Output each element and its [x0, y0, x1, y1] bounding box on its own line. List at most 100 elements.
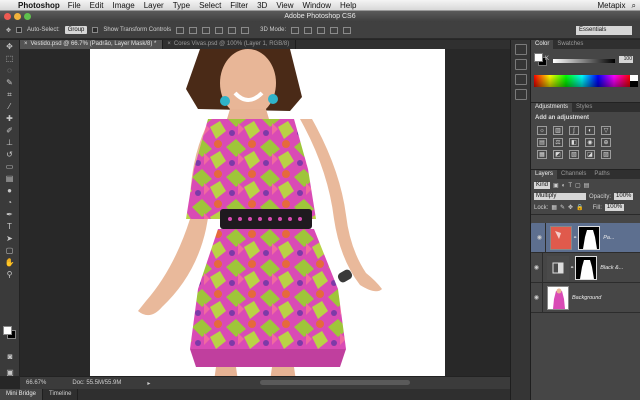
character-panel-icon[interactable] — [514, 89, 527, 100]
hand-tool-icon[interactable]: ✋ — [4, 258, 16, 268]
layer-row[interactable]: ◉ ⚭ Black &... — [531, 252, 640, 283]
menu-view[interactable]: View — [276, 1, 293, 10]
menu-help[interactable]: Help — [340, 1, 356, 10]
align-center-icon[interactable] — [228, 26, 237, 34]
filter-type-icon[interactable]: T — [568, 183, 572, 189]
layer-mask-thumbnail[interactable] — [578, 225, 601, 250]
status-arrow-icon[interactable]: ▸ — [147, 380, 150, 387]
adjustment-layer-icon[interactable] — [547, 255, 569, 280]
close-window-button[interactable] — [4, 13, 11, 20]
menu-status-user[interactable]: Metapix — [598, 1, 626, 10]
layer-row[interactable]: ◉ ⚭ Pa... — [531, 222, 640, 253]
menu-type[interactable]: Type — [173, 1, 190, 10]
brush-tool-icon[interactable]: ✐ — [4, 126, 16, 136]
layer-thumbnail[interactable] — [547, 285, 569, 310]
tab-adjustments[interactable]: Adjustments — [531, 103, 573, 112]
align-bottom-icon[interactable] — [202, 26, 211, 34]
document-canvas[interactable] — [90, 49, 445, 381]
tab-timeline[interactable]: Timeline — [43, 389, 79, 400]
align-middle-icon[interactable] — [189, 26, 198, 34]
visibility-eye-icon[interactable]: ◉ — [531, 282, 543, 313]
crop-tool-icon[interactable]: ⌗ — [4, 90, 16, 100]
black-white-icon[interactable]: ◧ — [569, 138, 579, 147]
photo-filter-icon[interactable]: ◉ — [585, 138, 595, 147]
tab-swatches[interactable]: Swatches — [553, 40, 587, 49]
workspace-dropdown[interactable]: Essentials — [576, 26, 632, 35]
menu-window[interactable]: Window — [303, 1, 331, 10]
menu-app-name[interactable]: Photoshop — [18, 1, 60, 10]
gradient-map-icon[interactable]: ▨ — [601, 150, 611, 159]
tab-paths[interactable]: Paths — [590, 170, 613, 179]
tab-mini-bridge[interactable]: Mini Bridge — [0, 389, 44, 400]
3d-scale-icon[interactable] — [343, 26, 352, 34]
history-panel-icon[interactable] — [514, 44, 527, 55]
filter-adjustment-icon[interactable]: ◐ — [562, 183, 566, 189]
close-tab-icon[interactable]: × — [24, 41, 28, 47]
tab-channels[interactable]: Channels — [557, 170, 590, 179]
spotlight-icon[interactable]: ⌕ — [632, 1, 636, 11]
minimize-window-button[interactable] — [14, 13, 21, 20]
tab-cores-vivas[interactable]: × Cores Vivas.psd @ 100% (Layer 1, RGB/8) — [163, 40, 297, 49]
doc-info[interactable]: Doc: 55.5M/55.9M — [72, 380, 121, 386]
close-tab-icon[interactable]: × — [167, 41, 171, 47]
menu-filter[interactable]: Filter — [230, 1, 248, 10]
tab-styles[interactable]: Styles — [572, 103, 596, 112]
history-brush-tool-icon[interactable]: ↺ — [4, 150, 16, 160]
k-channel-value[interactable]: 100 — [619, 56, 633, 63]
menu-file[interactable]: File — [68, 1, 81, 10]
filter-shape-icon[interactable]: ▢ — [575, 182, 581, 189]
exposure-icon[interactable]: ◐ — [585, 126, 595, 135]
3d-drag-icon[interactable] — [317, 26, 326, 34]
filter-smart-icon[interactable]: ▤ — [584, 182, 590, 189]
layer-mask-thumbnail[interactable] — [575, 255, 598, 280]
vibrance-icon[interactable]: ▽ — [601, 126, 611, 135]
fill-input[interactable]: 100% — [604, 204, 625, 211]
levels-icon[interactable]: ▥ — [553, 126, 563, 135]
menu-layer[interactable]: Layer — [144, 1, 164, 10]
horizontal-scrollbar[interactable] — [260, 380, 410, 385]
curves-icon[interactable]: ∫ — [569, 126, 579, 135]
eyedropper-tool-icon[interactable]: ⁄ — [4, 102, 16, 112]
visibility-eye-icon[interactable]: ◉ — [534, 222, 546, 253]
healing-brush-tool-icon[interactable]: ✚ — [4, 114, 16, 124]
threshold-icon[interactable]: ◪ — [585, 150, 595, 159]
invert-icon[interactable]: ◩ — [553, 150, 563, 159]
move-tool-icon[interactable]: ✥ — [4, 42, 16, 52]
menu-image[interactable]: Image — [112, 1, 134, 10]
pen-tool-icon[interactable]: ✒ — [4, 210, 16, 220]
lasso-tool-icon[interactable]: ◌ — [4, 66, 16, 76]
opacity-input[interactable]: 100% — [614, 193, 634, 200]
layer-row[interactable]: ◉ Background — [531, 282, 640, 313]
panel-foreground-swatch[interactable] — [534, 53, 543, 62]
layer-name[interactable]: Background — [572, 295, 601, 301]
layer-thumbnail[interactable] — [550, 225, 572, 250]
path-select-tool-icon[interactable]: ➤ — [4, 234, 16, 244]
marquee-tool-icon[interactable]: ⬚ — [4, 54, 16, 64]
color-lookup-icon[interactable]: ▦ — [537, 150, 547, 159]
posterize-icon[interactable]: ▧ — [569, 150, 579, 159]
align-right-icon[interactable] — [241, 26, 250, 34]
lock-position-icon[interactable]: ✥ — [568, 204, 573, 211]
filter-pixel-icon[interactable]: ▣ — [553, 182, 559, 189]
zoom-window-button[interactable] — [24, 13, 31, 20]
color-balance-icon[interactable]: ⚖ — [553, 138, 563, 147]
properties-panel-icon[interactable] — [514, 59, 527, 70]
lock-all-icon[interactable]: 🔒 — [576, 204, 583, 211]
align-left-icon[interactable] — [215, 26, 224, 34]
visibility-eye-icon[interactable]: ◉ — [531, 252, 543, 283]
lock-pixels-icon[interactable]: ✎ — [560, 204, 565, 211]
type-tool-icon[interactable]: T — [4, 222, 16, 232]
foreground-color-swatch[interactable] — [3, 326, 12, 335]
quick-mask-icon[interactable]: ◙ — [4, 352, 16, 362]
hue-saturation-icon[interactable]: ▤ — [537, 138, 547, 147]
move-tool-icon[interactable]: ✥ — [6, 27, 11, 34]
layer-name[interactable]: Pa... — [603, 234, 614, 242]
align-top-icon[interactable] — [176, 26, 185, 34]
link-icon[interactable]: ⚭ — [573, 234, 577, 242]
dodge-tool-icon[interactable]: ◔ — [4, 198, 16, 208]
menu-3d[interactable]: 3D — [257, 1, 267, 10]
layer-filter-dropdown[interactable]: Kind — [534, 182, 551, 189]
tab-color[interactable]: Color — [531, 40, 554, 49]
quick-select-tool-icon[interactable]: ✎ — [4, 78, 16, 88]
link-icon[interactable]: ⚭ — [570, 265, 574, 271]
